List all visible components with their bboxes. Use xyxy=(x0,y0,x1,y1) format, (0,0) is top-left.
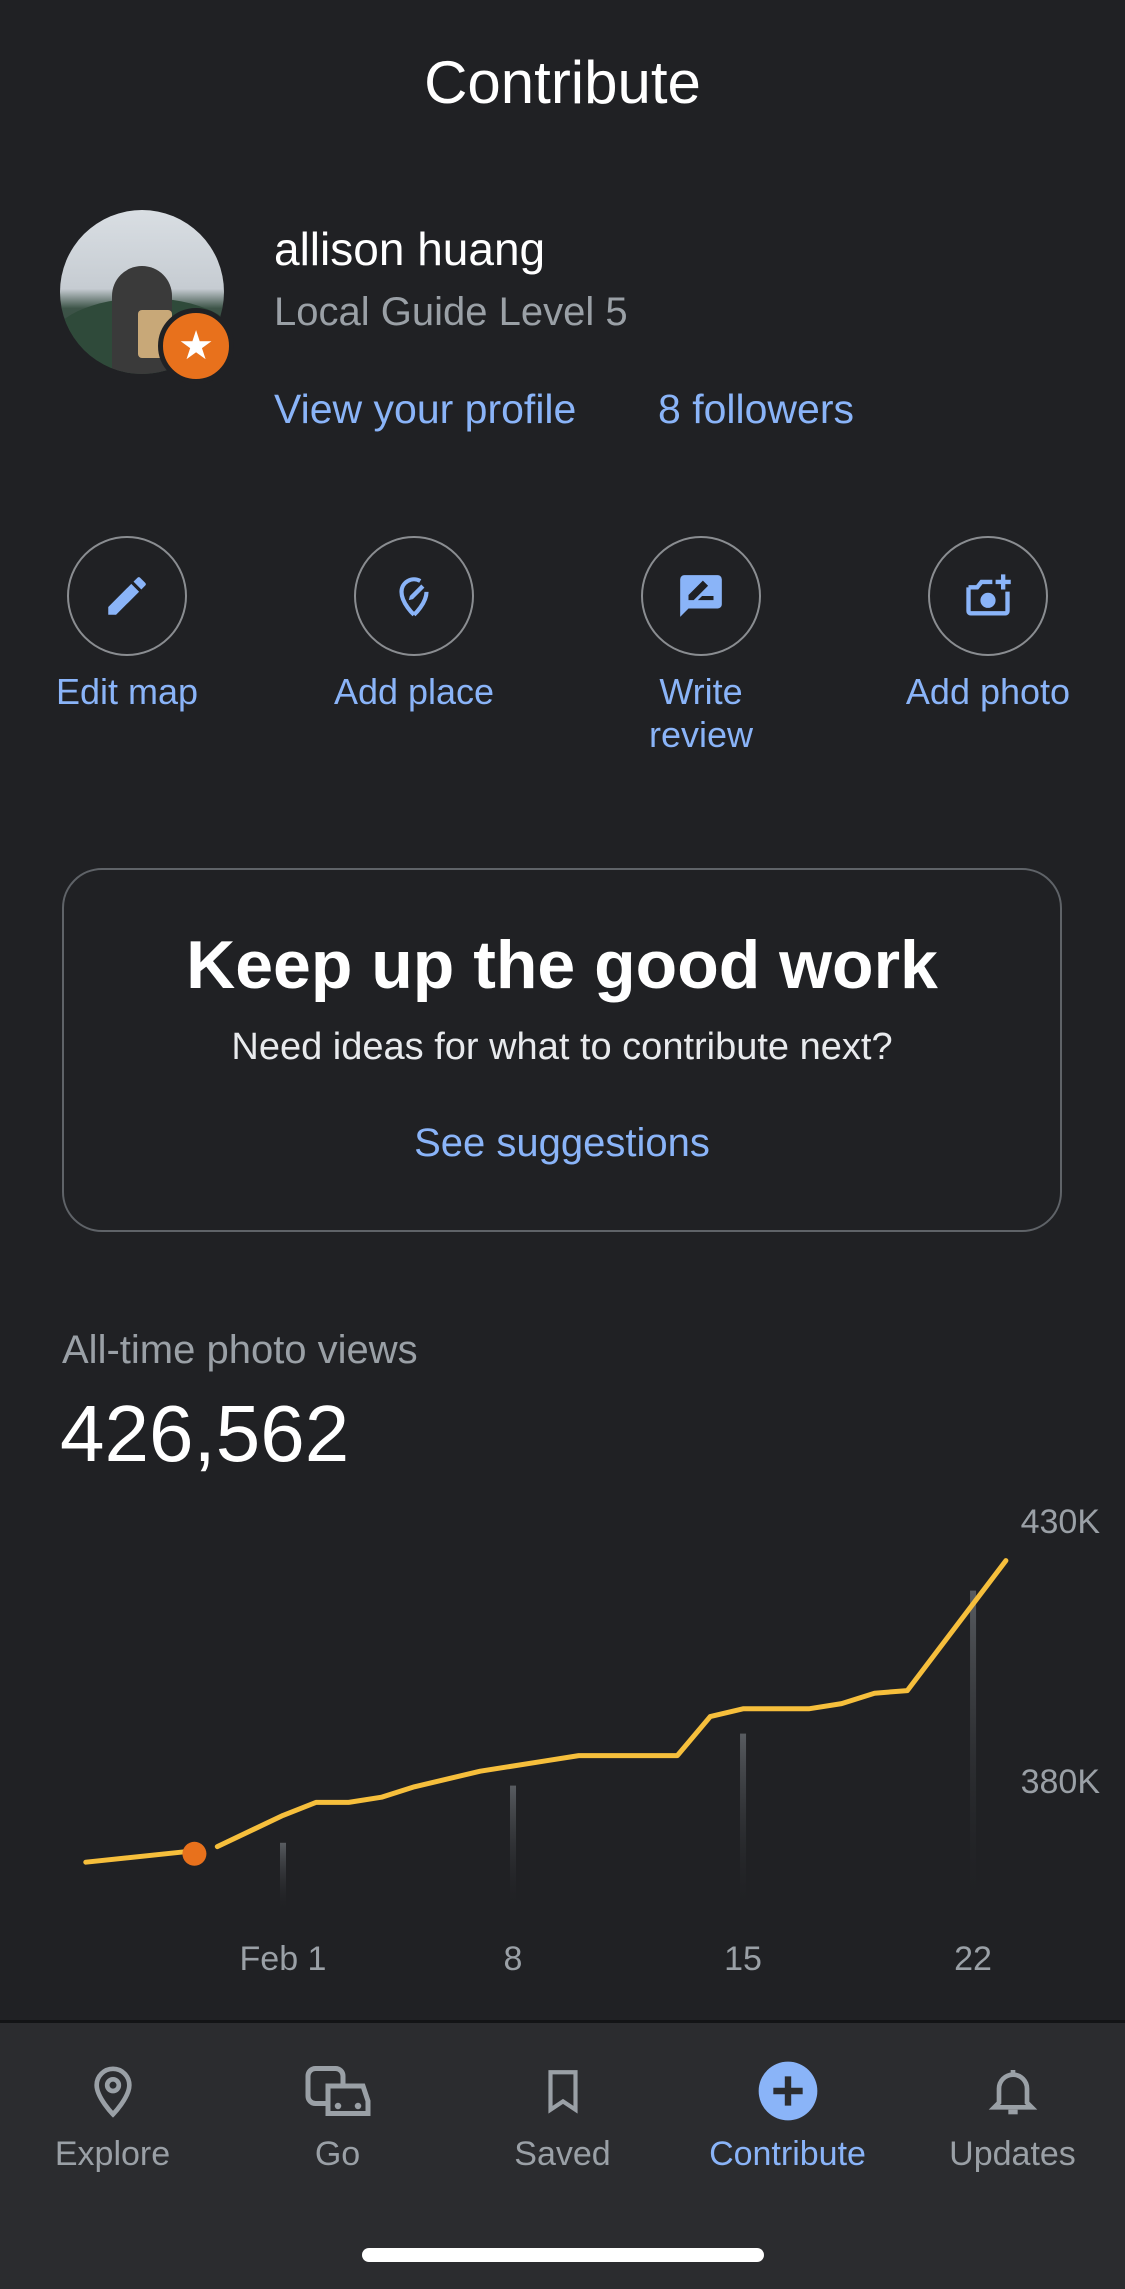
card-subtitle: Need ideas for what to contribute next? xyxy=(231,1026,893,1068)
view-profile-link[interactable]: View your profile xyxy=(274,386,576,433)
write-review-label: Write review xyxy=(648,671,754,755)
y-tick-label: 430K xyxy=(1021,1503,1101,1541)
add-place-label: Add place xyxy=(333,671,495,712)
series-line xyxy=(214,1558,1009,1850)
nav-go[interactable]: Go xyxy=(225,2051,450,2174)
location-pin-icon xyxy=(93,2066,132,2118)
suggestion-card: Keep up the good work Need ideas for wha… xyxy=(62,868,1062,1232)
week-bar xyxy=(740,1733,747,1912)
series-line xyxy=(83,1849,187,1865)
bell-icon xyxy=(988,2070,1037,2115)
x-tick-label: Feb 1 xyxy=(240,1940,327,1978)
photo-views-label: All-time photo views xyxy=(62,1328,418,1372)
nav-updates[interactable]: Updates xyxy=(900,2051,1125,2174)
nav-explore-label: Explore xyxy=(54,2135,171,2173)
edit-map-button[interactable]: Edit map xyxy=(17,536,237,713)
nav-contribute-label: Contribute xyxy=(709,2135,866,2173)
commute-icon xyxy=(305,2066,370,2116)
add-circle-icon xyxy=(758,2061,817,2121)
add-photo-label: Add photo xyxy=(905,671,1071,712)
add-photo-button[interactable]: Add photo xyxy=(878,536,1098,713)
home-indicator xyxy=(362,2248,764,2262)
write-review-button[interactable]: Write review xyxy=(591,536,811,756)
add-photo-icon xyxy=(966,574,1011,616)
page-title: Contribute xyxy=(424,49,701,116)
nav-contribute[interactable]: Contribute xyxy=(675,2051,900,2174)
week-bar xyxy=(280,1842,286,1912)
add-place-icon xyxy=(399,577,429,617)
nav-saved[interactable]: Saved xyxy=(450,2051,675,2174)
x-tick-label: 8 xyxy=(504,1940,523,1978)
week-bar xyxy=(510,1785,517,1912)
star-icon: ★ xyxy=(158,308,234,384)
profile-name: allison huang xyxy=(274,223,546,275)
series-marker xyxy=(182,1841,207,1866)
bookmark-icon xyxy=(547,2070,578,2114)
nav-updates-label: Updates xyxy=(949,2135,1076,2173)
photo-views-chart: 430K 380K Feb 1 8 15 22 xyxy=(83,1503,1101,1978)
see-suggestions-link[interactable]: See suggestions xyxy=(64,1121,1060,1166)
edit-map-label: Edit map xyxy=(55,671,199,712)
pencil-icon xyxy=(108,577,146,615)
add-place-button[interactable]: Add place xyxy=(304,536,524,713)
card-title: Keep up the good work xyxy=(186,927,938,1003)
nav-explore[interactable]: Explore xyxy=(0,2051,225,2174)
followers-link[interactable]: 8 followers xyxy=(658,386,854,433)
write-review-icon xyxy=(680,575,722,617)
nav-saved-label: Saved xyxy=(514,2135,611,2173)
y-tick-label: 380K xyxy=(1021,1763,1101,1801)
guide-level: Local Guide Level 5 xyxy=(274,290,628,334)
nav-go-label: Go xyxy=(314,2135,361,2173)
x-tick-label: 15 xyxy=(724,1940,762,1978)
photo-views-value: 426,562 xyxy=(60,1389,350,1478)
week-bar xyxy=(970,1590,977,1912)
x-tick-label: 22 xyxy=(954,1940,992,1978)
